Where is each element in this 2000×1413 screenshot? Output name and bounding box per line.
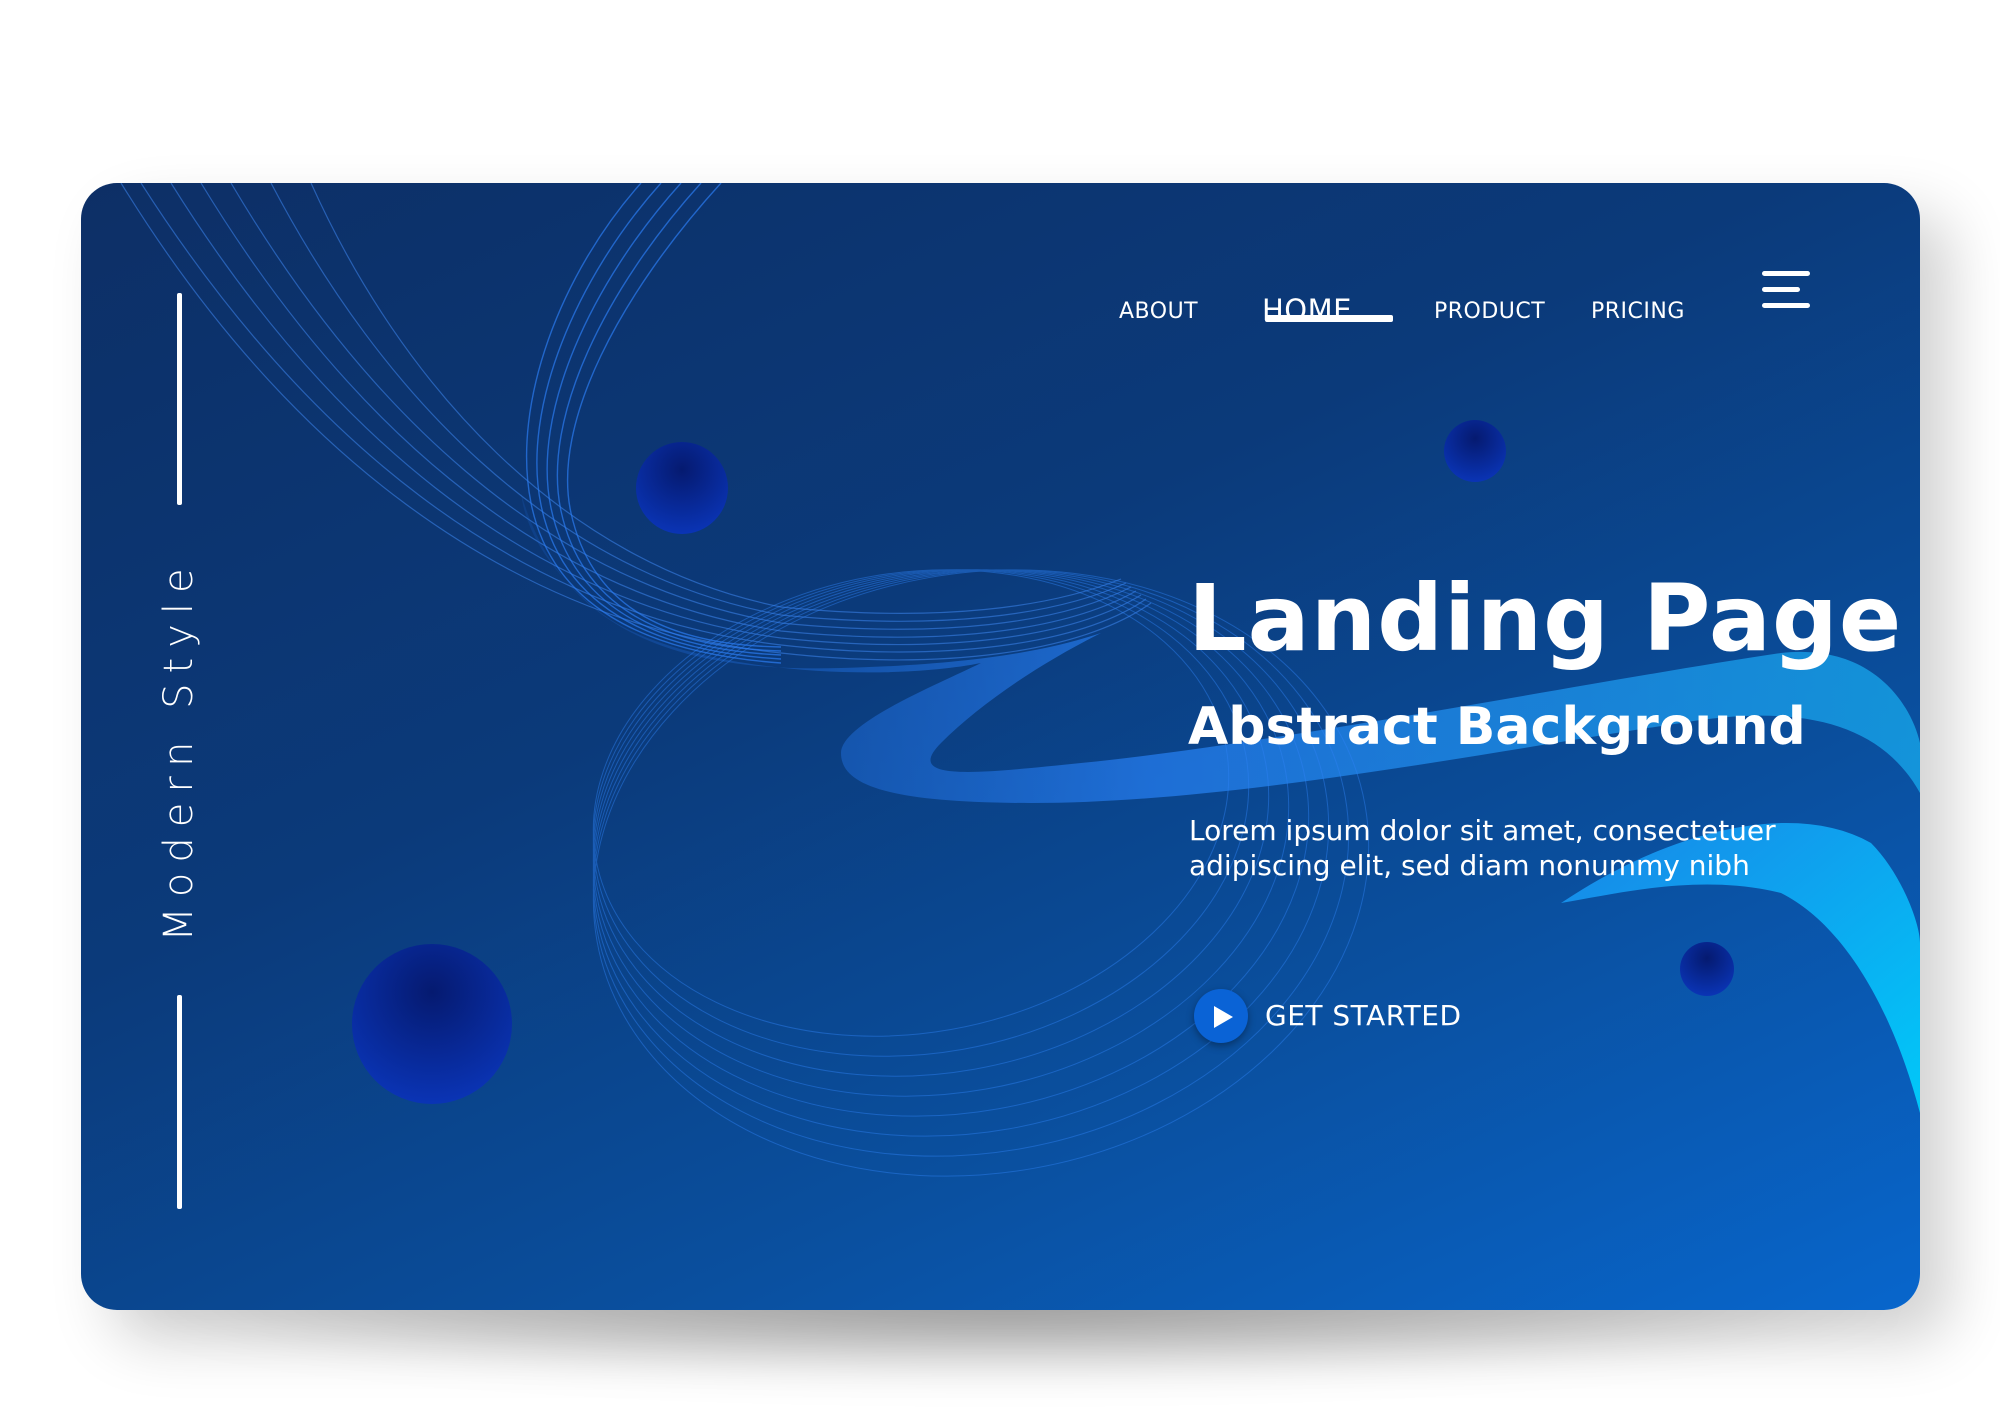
- circle-decor-4: [1680, 942, 1734, 996]
- play-icon[interactable]: [1194, 989, 1248, 1043]
- side-vertical-label: Modern Style: [156, 558, 202, 942]
- circle-decor-1: [636, 442, 728, 534]
- circle-decor-2: [1444, 420, 1506, 482]
- get-started-label[interactable]: GET STARTED: [1265, 999, 1462, 1032]
- nav-about[interactable]: ABOUT: [1119, 299, 1198, 324]
- nav-product[interactable]: PRODUCT: [1434, 299, 1545, 324]
- hero-subtitle: Abstract Background: [1188, 697, 1806, 757]
- hero-title: Landing Page: [1188, 565, 1903, 672]
- ribbon-top-left: [120, 183, 1152, 661]
- side-line-bottom: [177, 995, 182, 1209]
- circle-decor-3: [352, 944, 512, 1104]
- hero-body-text: Lorem ipsum dolor sit amet, consectetuer…: [1189, 814, 1776, 882]
- ribbon-inner-curve: [525, 183, 782, 664]
- nav-active-underline: [1265, 315, 1393, 322]
- nav-pricing[interactable]: PRICING: [1591, 299, 1685, 324]
- landing-card: Modern Style ABOUT HOME PRODUCT PRICING …: [81, 183, 1920, 1310]
- hamburger-menu-icon[interactable]: [1762, 271, 1814, 311]
- top-nav: ABOUT HOME PRODUCT PRICING: [81, 273, 1920, 353]
